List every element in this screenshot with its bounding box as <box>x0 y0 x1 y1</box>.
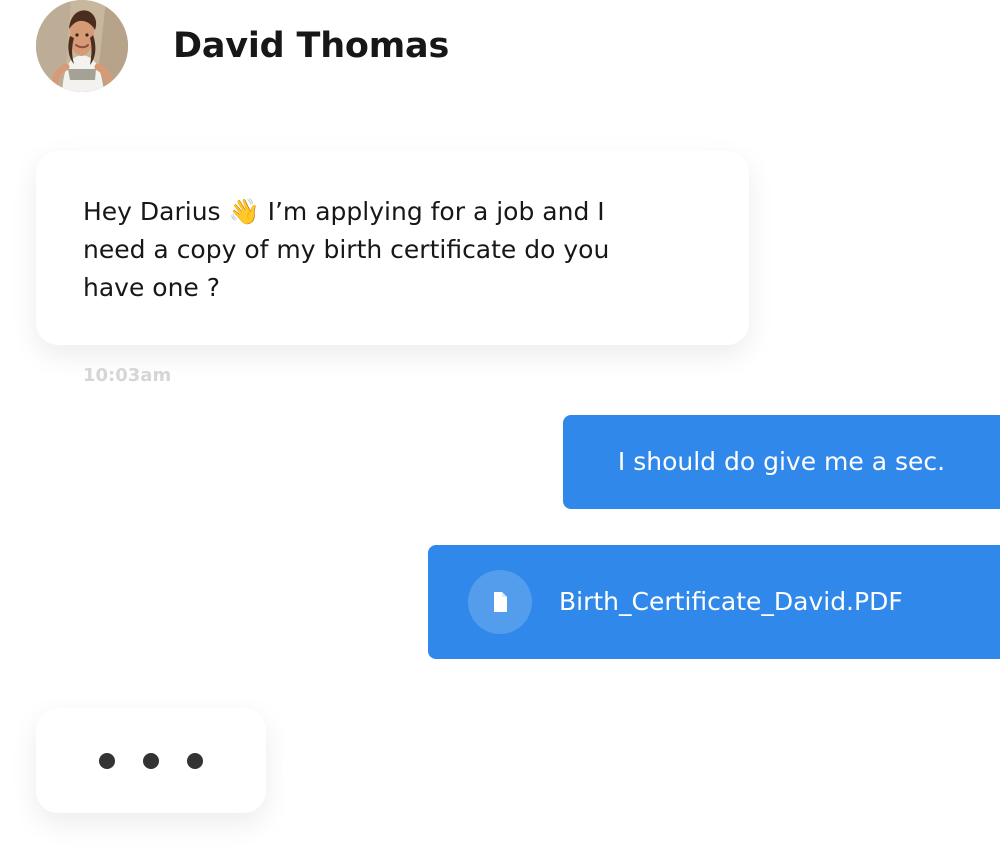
outgoing-message-text: I should do give me a sec. <box>617 447 946 476</box>
attachment-filename: Birth_Certificate_David.PDF <box>559 587 903 616</box>
typing-indicator <box>36 708 266 813</box>
message-timestamp: 10:03am <box>83 365 172 386</box>
document-icon <box>468 570 532 634</box>
incoming-message-bubble[interactable]: Hey Darius 👋 I’m applying for a job and … <box>36 151 749 345</box>
chat-header: David Thomas <box>36 0 636 92</box>
contact-name: David Thomas <box>173 25 450 66</box>
typing-dot-icon <box>187 752 203 769</box>
incoming-message-text: Hey Darius 👋 I’m applying for a job and … <box>83 197 610 302</box>
typing-dot-icon <box>143 752 159 769</box>
avatar[interactable] <box>36 0 128 92</box>
outgoing-message-bubble[interactable]: I should do give me a sec. <box>563 415 1000 509</box>
chat-screen: David Thomas Hey Darius 👋 I’m applying f… <box>0 0 1000 858</box>
typing-dot-icon <box>99 752 115 769</box>
file-attachment-bubble[interactable]: Birth_Certificate_David.PDF <box>428 545 1000 659</box>
